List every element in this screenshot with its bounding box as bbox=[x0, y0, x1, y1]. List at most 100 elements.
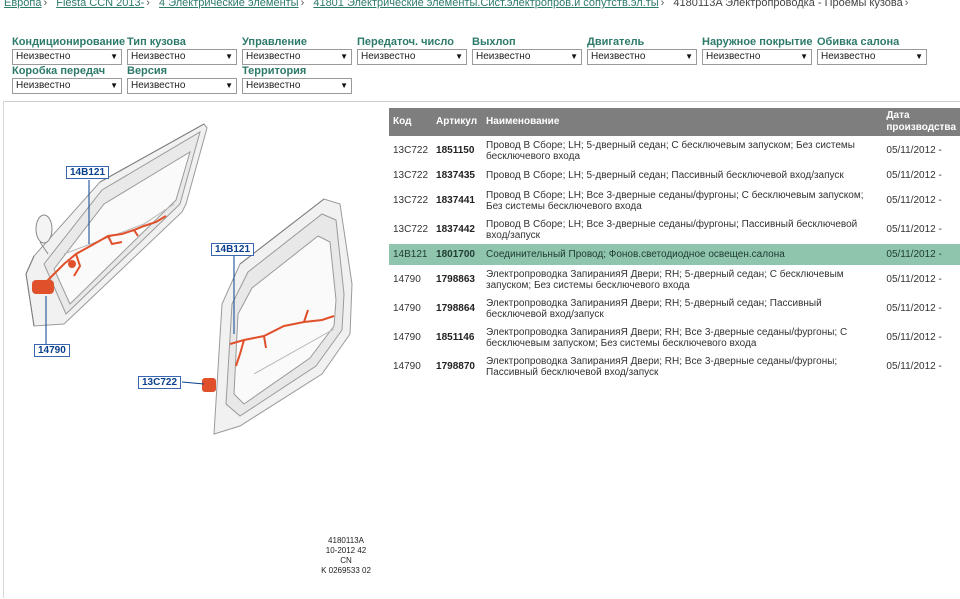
callout-14b121-left[interactable]: 14B121 bbox=[66, 166, 110, 179]
filter-select[interactable]: Неизвестно ▼ bbox=[472, 49, 582, 65]
filter-select[interactable]: Неизвестно ▼ bbox=[242, 49, 352, 65]
cell-name: Провод В Сборе; LH; 5-дверный седан; Пас… bbox=[486, 170, 844, 181]
cell-name: Электропроводка ЗапиранияЯ Двери; RH; Вс… bbox=[486, 326, 848, 349]
breadcrumb-separator: › bbox=[146, 0, 150, 9]
filter-label: Управление bbox=[242, 36, 308, 48]
chevron-down-icon: ▼ bbox=[225, 52, 233, 61]
chevron-down-icon: ▼ bbox=[110, 52, 118, 61]
chevron-down-icon: ▼ bbox=[800, 52, 808, 61]
cell-date: 05/11/2012 - bbox=[886, 332, 942, 343]
breadcrumb-separator: › bbox=[43, 0, 48, 9]
cell-code: 13C722 bbox=[393, 224, 429, 235]
cell-article: 1851150 bbox=[436, 145, 475, 156]
column-header-code[interactable]: Код bbox=[389, 108, 433, 136]
cell-date: 05/11/2012 - bbox=[886, 195, 942, 206]
table-row[interactable]: 14790 1798870 Электропроводка ЗапиранияЯ… bbox=[389, 352, 960, 381]
filter-select[interactable]: Неизвестно ▼ bbox=[702, 49, 812, 65]
callout-14790[interactable]: 14790 bbox=[34, 344, 70, 357]
table-row[interactable]: 14790 1798863 Электропроводка ЗапиранияЯ… bbox=[389, 265, 960, 294]
cell-article: 1801700 bbox=[432, 244, 483, 265]
cell-date: 05/11/2012 - bbox=[882, 244, 960, 265]
filter-select[interactable]: Неизвестно ▼ bbox=[12, 49, 122, 65]
filter-label: Коробка передач bbox=[12, 65, 106, 77]
chevron-down-icon: ▼ bbox=[455, 52, 463, 61]
filter-label: Передаточ. число bbox=[357, 36, 454, 48]
cell-article: 1837441 bbox=[436, 195, 475, 206]
filter-select[interactable]: Неизвестно ▼ bbox=[587, 49, 697, 65]
filter-label: Кондиционирование bbox=[12, 36, 126, 48]
breadcrumb-link-model[interactable]: Fiesta CCN 2013- bbox=[56, 0, 144, 9]
filter-steering: Управление Неизвестно ▼ bbox=[242, 36, 352, 65]
cell-code: 14790 bbox=[393, 361, 421, 372]
parts-diagram: 14B121 14790 14B121 13C722 4180113A 10-2… bbox=[4, 104, 384, 594]
cell-article: 1798864 bbox=[436, 303, 475, 314]
filter-body-type: Тип кузова Неизвестно ▼ bbox=[127, 36, 237, 65]
cell-date: 05/11/2012 - bbox=[886, 224, 942, 235]
filter-label: Двигатель bbox=[587, 36, 645, 48]
filter-label: Обивка салона bbox=[817, 36, 900, 48]
filter-territory: Территория Неизвестно ▼ bbox=[242, 65, 352, 94]
cell-code: 14790 bbox=[393, 332, 421, 343]
filter-label: Версия bbox=[127, 65, 168, 77]
column-header-article[interactable]: Артикул bbox=[432, 108, 483, 136]
chevron-down-icon: ▼ bbox=[110, 81, 118, 90]
chevron-down-icon: ▼ bbox=[340, 81, 348, 90]
filter-select[interactable]: Неизвестно ▼ bbox=[127, 49, 237, 65]
filter-select[interactable]: Неизвестно ▼ bbox=[817, 49, 927, 65]
cell-article: 1837442 bbox=[436, 224, 475, 235]
table-row[interactable]: 14790 1851146 Электропроводка ЗапиранияЯ… bbox=[389, 323, 960, 352]
cell-date: 05/11/2012 - bbox=[886, 303, 942, 314]
cell-article: 1798870 bbox=[436, 361, 475, 372]
filter-interior-trim: Обивка салона Неизвестно ▼ bbox=[817, 36, 927, 65]
filter-air-conditioning: Кондиционирование Неизвестно ▼ bbox=[12, 36, 126, 65]
column-header-date[interactable]: Дата производства bbox=[882, 108, 960, 136]
diagram-reference-code: 4180113A 10-2012 42 CN K 0269533 02 bbox=[321, 536, 371, 575]
connector-block bbox=[202, 378, 216, 392]
filter-select[interactable]: Неизвестно ▼ bbox=[12, 78, 122, 94]
breadcrumb-current: 4180113A Электропроводка - Проемы кузова bbox=[673, 0, 903, 9]
cell-name: Электропроводка ЗапиранияЯ Двери; RH; 5-… bbox=[486, 268, 844, 291]
callout-14b121-right[interactable]: 14B121 bbox=[211, 243, 255, 256]
breadcrumb-link-category[interactable]: 4 Электрические элементы bbox=[159, 0, 299, 9]
chevron-down-icon: ▼ bbox=[685, 52, 693, 61]
filter-select[interactable]: Неизвестно ▼ bbox=[242, 78, 352, 94]
cell-code: 14B121 bbox=[389, 244, 433, 265]
cell-code: 14790 bbox=[393, 274, 421, 285]
cell-name: Провод В Сборе; LH; Все 3-дверные седаны… bbox=[486, 218, 858, 241]
table-header-row: Код Артикул Наименование Дата производст… bbox=[389, 108, 960, 136]
filter-engine: Двигатель Неизвестно ▼ bbox=[587, 36, 697, 65]
table-row[interactable]: 13C722 1851150 Провод В Сборе; LH; 5-две… bbox=[389, 136, 960, 165]
chevron-down-icon: ▼ bbox=[340, 52, 348, 61]
cell-code: 13C722 bbox=[393, 195, 429, 206]
chevron-down-icon: ▼ bbox=[915, 52, 923, 61]
filter-select[interactable]: Неизвестно ▼ bbox=[127, 78, 237, 94]
table-row[interactable]: 13C722 1837441 Провод В Сборе; LH; Все 3… bbox=[389, 186, 960, 215]
table-row[interactable]: 13C722 1837442 Провод В Сборе; LH; Все 3… bbox=[389, 215, 960, 244]
cell-name: Электропроводка ЗапиранияЯ Двери; RH; Вс… bbox=[486, 355, 838, 378]
breadcrumb-separator: › bbox=[300, 0, 305, 9]
table-row[interactable]: 14790 1798864 Электропроводка ЗапиранияЯ… bbox=[389, 294, 960, 323]
cell-name: Провод В Сборе; LH; Все 3-дверные седаны… bbox=[486, 189, 864, 212]
filter-exhaust: Выхлоп Неизвестно ▼ bbox=[472, 36, 582, 65]
breadcrumb-link-subcategory[interactable]: 41801 Электрические элементы.Сист.электр… bbox=[313, 0, 658, 9]
breadcrumb-link-europe[interactable]: Европа bbox=[4, 0, 42, 9]
filter-version: Версия Неизвестно ▼ bbox=[127, 65, 237, 94]
cell-date: 05/11/2012 - bbox=[886, 145, 942, 156]
breadcrumb-separator: › bbox=[660, 0, 665, 9]
table-row-selected[interactable]: 14B121 1801700 Соединительный Провод; Фо… bbox=[389, 244, 960, 265]
cell-code: 13C722 bbox=[393, 170, 429, 181]
table-row[interactable]: 13C722 1837435 Провод В Сборе; LH; 5-две… bbox=[389, 165, 960, 186]
chevron-down-icon: ▼ bbox=[225, 81, 233, 90]
cell-article: 1851146 bbox=[436, 332, 475, 343]
filter-select[interactable]: Неизвестно ▼ bbox=[357, 49, 467, 65]
breadcrumb: Европа › Fiesta CCN 2013- › 4 Электрически… bbox=[4, 0, 914, 9]
filter-transmission: Коробка передач Неизвестно ▼ bbox=[12, 65, 122, 94]
callout-13c722[interactable]: 13C722 bbox=[138, 376, 182, 389]
connector-block bbox=[32, 280, 54, 294]
filter-label: Территория bbox=[242, 65, 307, 77]
cell-date: 05/11/2012 - bbox=[886, 170, 942, 181]
filter-gear-ratio: Передаточ. число Неизвестно ▼ bbox=[357, 36, 467, 65]
column-header-name[interactable]: Наименование bbox=[482, 108, 883, 136]
cell-date: 05/11/2012 - bbox=[886, 361, 942, 372]
cell-code: 13C722 bbox=[393, 145, 429, 156]
